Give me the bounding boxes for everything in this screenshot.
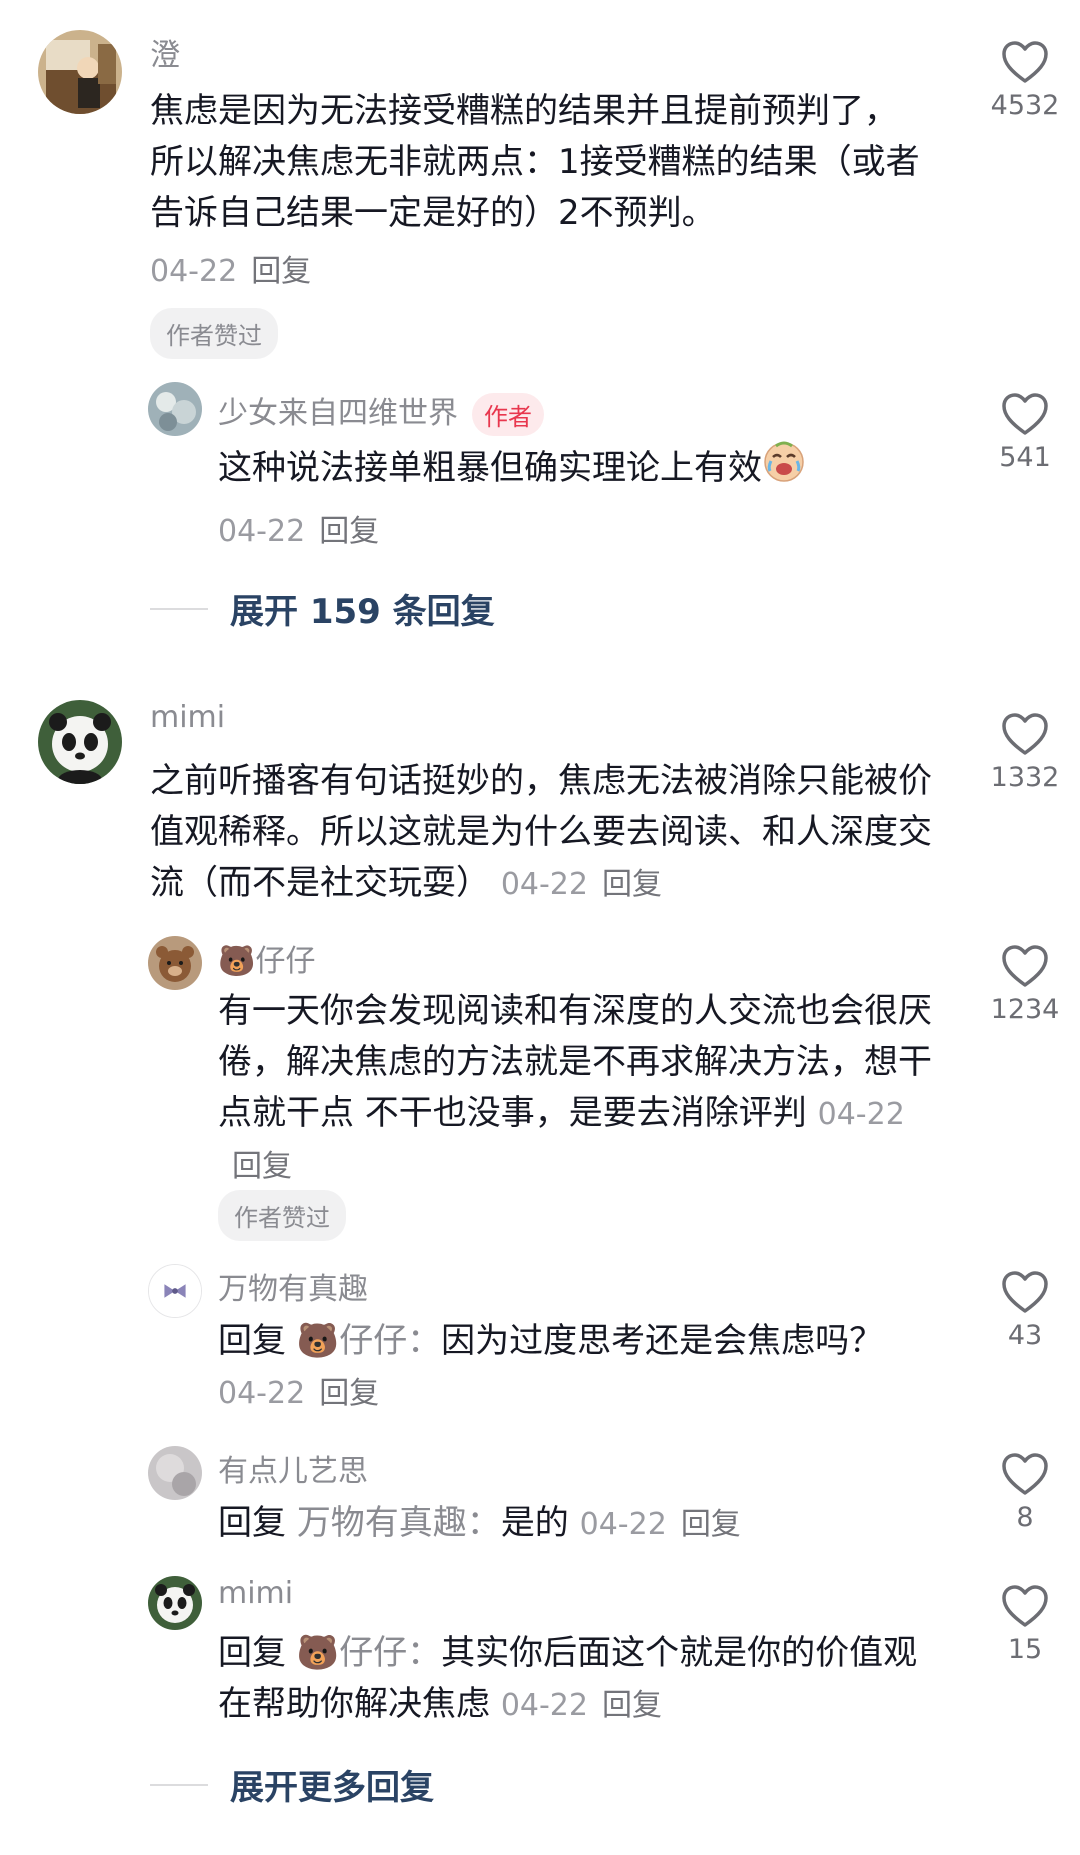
reply-date: 04-22 xyxy=(218,514,306,549)
like-count: 8 xyxy=(1016,1502,1034,1533)
reply-author-name[interactable]: 少女来自四维世界 xyxy=(218,396,458,431)
divider-line xyxy=(150,1783,208,1786)
expand-replies-button[interactable]: 展开 159 条回复 xyxy=(150,584,495,633)
comment-text: 焦虑是因为无法接受糟糕的结果并且提前预判了，所以解决焦虑无非就两点：1接受糟糕的… xyxy=(150,91,920,233)
comment-date: 04-22 xyxy=(150,254,238,289)
reply-meta: 04-22 回复 xyxy=(218,1376,379,1411)
reply-to-name: 仔仔： xyxy=(339,1321,442,1361)
reply-text-row: 回复 🐻仔仔：其实你后面这个就是你的价值观在帮助你解决焦虑 04-22 回复 xyxy=(218,1628,918,1731)
reply-button[interactable]: 回复 xyxy=(681,1507,741,1542)
user-emoji-icon: 🐻 xyxy=(296,1321,340,1361)
reply-date: 04-22 xyxy=(218,1376,306,1411)
reply-button[interactable]: 回复 xyxy=(602,1688,662,1723)
expand-more-replies-label: 展开更多回复 xyxy=(230,1768,434,1808)
avatar[interactable] xyxy=(148,1576,202,1630)
reply-meta: 04-22 回复 xyxy=(501,1688,662,1723)
avatar-painting-icon xyxy=(38,30,122,114)
comment-meta: 04-22 回复 xyxy=(501,867,662,902)
reply-button[interactable]: 回复 xyxy=(251,254,311,289)
author-liked-chip: 作者赞过 xyxy=(150,308,278,359)
author-liked-chip: 作者赞过 xyxy=(218,1190,346,1241)
reply-prefix: 回复 xyxy=(218,1633,286,1673)
avatar-blurry-photo-icon xyxy=(148,1446,202,1500)
like-button[interactable]: 1234 xyxy=(965,944,1080,1025)
reply-date: 04-22 xyxy=(500,1688,588,1723)
comment-author-name[interactable]: mimi xyxy=(150,700,225,735)
reply-text: 因为过度思考还是会焦虑吗？ xyxy=(441,1321,884,1361)
reply-date: 04-22 xyxy=(817,1097,905,1132)
comment-list: 澄 焦虑是因为无法接受糟糕的结果并且提前预判了，所以解决焦虑无非就两点：1接受糟… xyxy=(0,0,1080,1855)
user-emoji-icon: 🐻 xyxy=(296,1633,340,1673)
reply-author-name[interactable]: 有点儿艺思 xyxy=(218,1446,368,1490)
avatar-bear-icon xyxy=(148,936,202,990)
heart-icon xyxy=(1002,41,1048,83)
avatar-flowers-icon xyxy=(148,382,202,436)
heart-icon xyxy=(1002,1585,1048,1627)
reply-prefix: 回复 xyxy=(218,1321,286,1361)
reply-text-row: 回复 万物有真趣：是的 04-22 回复 xyxy=(218,1498,938,1550)
like-button[interactable]: 1332 xyxy=(965,712,1080,793)
reply-to-user[interactable]: 🐻仔仔： xyxy=(297,1321,441,1361)
reply-button[interactable]: 回复 xyxy=(232,1149,292,1184)
avatar-panda-icon xyxy=(38,700,122,784)
reply-to-name: 仔仔： xyxy=(339,1633,442,1673)
avatar[interactable] xyxy=(148,1446,202,1500)
comment-author-name[interactable]: 澄 xyxy=(150,30,180,74)
reply-author-name[interactable]: 万物有真趣 xyxy=(218,1264,368,1308)
laughing-crying-face-icon xyxy=(762,440,806,499)
reply-text-row: 回复 🐻仔仔：因为过度思考还是会焦虑吗？ 04-22 回复 xyxy=(218,1316,918,1419)
heart-icon xyxy=(1002,1271,1048,1313)
author-badge: 作者 xyxy=(472,393,544,436)
avatar[interactable] xyxy=(38,30,122,114)
like-count: 1234 xyxy=(990,994,1060,1025)
reply-text: 是的 xyxy=(500,1503,569,1543)
heart-icon xyxy=(1002,393,1048,435)
avatar-bow-icon xyxy=(149,1265,201,1317)
reply-to-user[interactable]: 🐻仔仔： xyxy=(297,1633,441,1673)
avatar[interactable] xyxy=(38,700,122,784)
reply-author-name[interactable]: mimi xyxy=(218,1576,293,1611)
reply-text: 这种说法接单粗暴但确实理论上有效 xyxy=(218,448,762,488)
reply-text-row: 这种说法接单粗暴但确实理论上有效 xyxy=(218,440,918,499)
like-count: 541 xyxy=(999,442,1051,473)
reply-to-name[interactable]: 万物有真趣： xyxy=(297,1503,501,1543)
reply-meta: 04-22 回复 xyxy=(580,1507,741,1542)
reply-author-row: 少女来自四维世界 作者 xyxy=(218,388,544,436)
reply-author-name[interactable]: 仔仔 xyxy=(255,944,315,979)
like-button[interactable]: 15 xyxy=(965,1584,1080,1665)
heart-icon xyxy=(1002,713,1048,755)
reply-button[interactable]: 回复 xyxy=(319,1376,379,1411)
heart-icon xyxy=(1002,945,1048,987)
like-count: 15 xyxy=(1007,1634,1043,1665)
like-button[interactable]: 43 xyxy=(965,1270,1080,1351)
like-count: 1332 xyxy=(990,762,1060,793)
avatar[interactable] xyxy=(148,1264,202,1318)
comment-text-row: 之前听播客有句话挺妙的，焦虑无法被消除只能被价值观稀释。所以这就是为什么要去阅读… xyxy=(150,756,940,910)
heart-icon xyxy=(1002,1453,1048,1495)
like-count: 43 xyxy=(1007,1320,1043,1351)
like-button[interactable]: 541 xyxy=(965,392,1080,473)
reply-text-row: 有一天你会发现阅读和有深度的人交流也会很厌倦，解决焦虑的方法就是不再求解决方法，… xyxy=(218,986,948,1192)
reply-button[interactable]: 回复 xyxy=(319,514,379,549)
like-button[interactable]: 4532 xyxy=(965,40,1080,121)
like-button[interactable]: 8 xyxy=(965,1452,1080,1533)
comment-meta: 04-22 回复 xyxy=(150,246,311,290)
user-emoji-icon: 🐻 xyxy=(218,944,256,979)
reply-prefix: 回复 xyxy=(218,1503,286,1543)
reply-date: 04-22 xyxy=(579,1507,667,1542)
reply-meta: 04-22 回复 xyxy=(218,506,379,550)
like-count: 4532 xyxy=(990,90,1060,121)
expand-replies-label: 展开 159 条回复 xyxy=(230,592,495,632)
reply-author-row: 🐻仔仔 xyxy=(218,936,315,980)
comment-date: 04-22 xyxy=(500,867,588,902)
avatar[interactable] xyxy=(148,936,202,990)
expand-more-replies-button[interactable]: 展开更多回复 xyxy=(150,1760,434,1809)
divider-line xyxy=(150,607,208,610)
avatar-panda-icon xyxy=(148,1576,202,1630)
reply-button[interactable]: 回复 xyxy=(602,867,662,902)
avatar[interactable] xyxy=(148,382,202,436)
